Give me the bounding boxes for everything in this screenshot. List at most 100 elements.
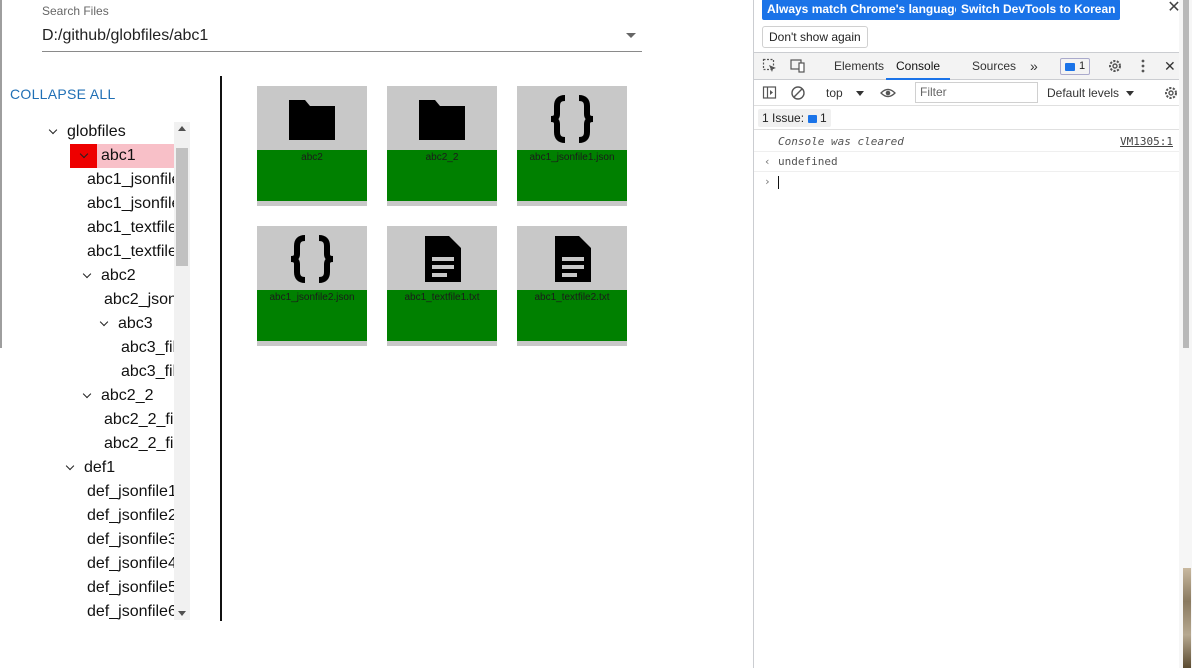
issues-badge-count: 1: [1079, 60, 1086, 72]
inspect-element-icon[interactable]: [762, 58, 778, 74]
clear-console-icon[interactable]: [790, 85, 806, 101]
tree-scrollbar[interactable]: [174, 122, 190, 620]
file-card[interactable]: abc1_jsonfile2.json: [257, 226, 367, 346]
file-card-name: abc2: [301, 152, 323, 163]
tree-item[interactable]: def_jsonfile4.json: [82, 552, 190, 576]
console-source-link[interactable]: VM1305:1: [1120, 132, 1173, 152]
sidebar-toggle-icon[interactable]: [762, 85, 778, 101]
dont-show-again-button[interactable]: Don't show again: [762, 26, 868, 48]
tree-item[interactable]: abc2_jsonfile.json: [99, 288, 190, 312]
tree-item[interactable]: abc2: [82, 264, 174, 288]
message-icon: [808, 114, 818, 123]
tree-item-label: abc3: [118, 315, 153, 332]
chevron-down-icon[interactable]: [65, 456, 77, 480]
issues-label: 1 Issue:: [762, 111, 805, 125]
more-tabs-icon[interactable]: »: [1030, 53, 1038, 80]
match-language-button[interactable]: Always match Chrome's language: [762, 0, 967, 20]
chevron-down-icon[interactable]: [48, 120, 60, 144]
context-selector[interactable]: top: [826, 86, 865, 100]
dropdown-arrow-icon: [1126, 91, 1135, 97]
prompt-caret: [778, 175, 779, 189]
console-settings-gear-icon[interactable]: [1163, 85, 1179, 101]
tree-item[interactable]: def_jsonfile6.json: [82, 600, 190, 620]
file-card[interactable]: abc1_textfile1.txt: [387, 226, 497, 346]
message-icon: [1065, 63, 1075, 71]
page-scrollbar[interactable]: [1179, 0, 1192, 668]
chevron-down-icon[interactable]: [99, 312, 111, 336]
scrollbar-thumb[interactable]: [176, 148, 188, 266]
json-icon: [550, 95, 594, 143]
close-devtools-icon[interactable]: ✕: [1164, 53, 1176, 80]
chevron-down-icon[interactable]: [82, 264, 94, 288]
eye-icon[interactable]: [880, 85, 896, 101]
document-icon: [555, 236, 591, 282]
document-icon: [425, 236, 461, 282]
tree-item[interactable]: abc3: [99, 312, 174, 336]
issues-badge[interactable]: 1: [1060, 58, 1090, 75]
devtools-tabbar: Elements Console Sources » 1 ✕: [754, 52, 1192, 80]
tree-item[interactable]: abc2_2_file1: [99, 408, 190, 432]
tree-item[interactable]: def_jsonfile1.json: [82, 480, 190, 504]
file-card-name: abc2_2: [425, 152, 459, 163]
context-selector-value: top: [826, 86, 843, 100]
tree-item[interactable]: abc1_jsonfile2.json: [82, 192, 190, 216]
gear-icon[interactable]: [1107, 58, 1123, 74]
search-files-select[interactable]: D:/github/globfiles/abc1: [42, 26, 642, 52]
background-image-strip: [1183, 568, 1191, 668]
tree-item[interactable]: globfiles: [48, 120, 174, 144]
filter-input[interactable]: Filter: [915, 82, 1038, 103]
panel-divider[interactable]: [220, 76, 222, 621]
tree-item-label: def1: [84, 459, 116, 476]
device-toolbar-icon[interactable]: [790, 58, 806, 74]
switch-language-button[interactable]: Switch DevTools to Korean: [956, 0, 1121, 20]
tree-item-label: abc2: [101, 267, 136, 284]
tree-item[interactable]: abc1_jsonfile1.json: [82, 168, 190, 192]
tree-item[interactable]: abc3_file1: [116, 336, 190, 360]
file-card-name: abc1_jsonfile1.json: [529, 152, 615, 163]
dropdown-arrow-icon[interactable]: [626, 33, 636, 38]
tree-item[interactable]: abc1_textfile2.txt: [82, 240, 190, 264]
tab-elements[interactable]: Elements: [834, 53, 884, 80]
chevron-down-icon[interactable]: [82, 384, 94, 408]
file-card-name: abc1_textfile1.txt: [404, 292, 480, 303]
tab-sources[interactable]: Sources: [972, 53, 1016, 80]
tree-item-label: abc1: [101, 147, 136, 164]
log-levels-select[interactable]: Default levels: [1047, 86, 1135, 100]
search-files-label: Search Files: [42, 4, 109, 18]
tree-item[interactable]: abc3_file2: [116, 360, 190, 384]
file-card-name: abc1_textfile2.txt: [534, 292, 610, 303]
tree-item[interactable]: abc1_textfile1.txt: [82, 216, 190, 240]
console-prompt[interactable]: ›: [754, 172, 1179, 192]
scrollbar-thumb[interactable]: [1183, 0, 1189, 348]
tree-item[interactable]: def_jsonfile2.json: [82, 504, 190, 528]
tree-item[interactable]: def1: [65, 456, 174, 480]
file-card[interactable]: abc2: [257, 86, 367, 206]
tree-item[interactable]: abc2_2: [82, 384, 174, 408]
more-options-icon[interactable]: [1135, 58, 1151, 74]
console-result: ‹ undefined: [754, 152, 1179, 172]
tab-console[interactable]: Console: [886, 53, 951, 80]
tree-item-label: abc2_2: [101, 387, 154, 404]
issues-pill[interactable]: 1 Issue: 1: [758, 109, 831, 127]
console-message-text: Console was cleared: [778, 135, 904, 148]
screen: Search Files D:/github/globfiles/abc1 CO…: [0, 0, 1192, 668]
devtools-panel: Always match Chrome's language Switch De…: [753, 0, 1192, 668]
tree-item-label: globfiles: [67, 123, 126, 140]
scroll-down-icon[interactable]: [178, 611, 186, 616]
tree-item-selected[interactable]: abc1: [70, 144, 174, 168]
file-card[interactable]: abc1_jsonfile1.json: [517, 86, 627, 206]
search-files-value: D:/github/globfiles/abc1: [42, 27, 209, 44]
file-card[interactable]: abc2_2: [387, 86, 497, 206]
tree-item[interactable]: def_jsonfile5.json: [82, 576, 190, 600]
folder-icon: [419, 100, 465, 140]
chevron-down-icon[interactable]: [70, 144, 97, 168]
collapse-all-button[interactable]: COLLAPSE ALL: [10, 86, 116, 102]
dropdown-arrow-icon: [856, 91, 865, 97]
scroll-up-icon[interactable]: [178, 126, 186, 131]
issues-bar: 1 Issue: 1: [754, 106, 1192, 130]
file-card-name: abc1_jsonfile2.json: [269, 292, 355, 303]
file-card[interactable]: abc1_textfile2.txt: [517, 226, 627, 346]
issues-count: 1: [820, 111, 827, 125]
tree-item[interactable]: def_jsonfile3.json: [82, 528, 190, 552]
tree-item[interactable]: abc2_2_file2: [99, 432, 190, 456]
